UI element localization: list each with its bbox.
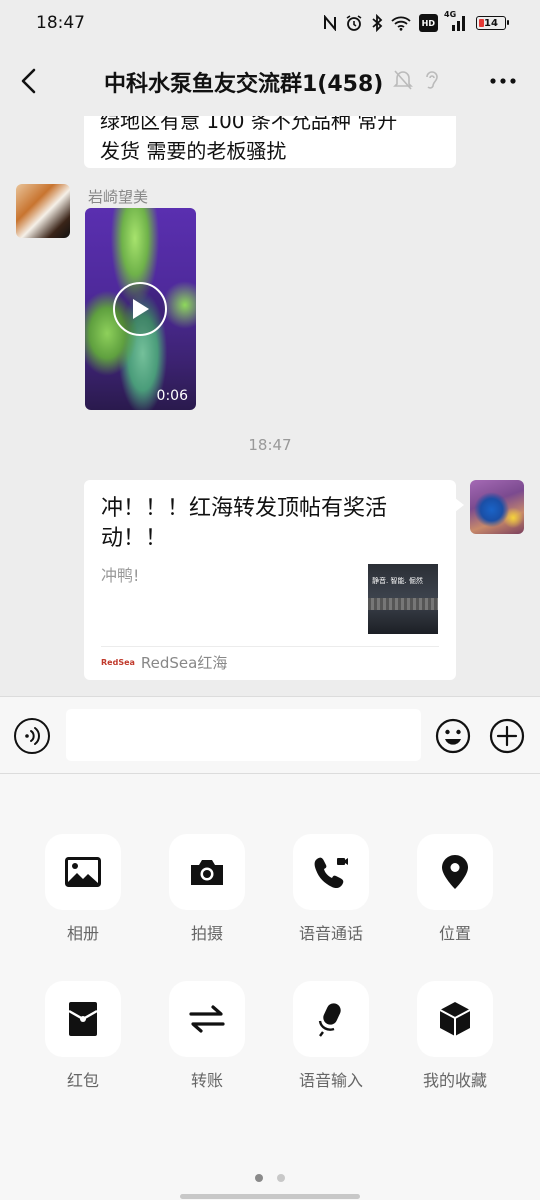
emoji-button[interactable] (435, 718, 471, 754)
bell-off-icon (393, 69, 414, 95)
voice-toggle-button[interactable] (14, 718, 50, 754)
redsea-logo-icon: RedSea (101, 658, 135, 667)
tile-icon-box (293, 834, 369, 910)
nav-bar: 中科水泵鱼友交流群1(458) (0, 46, 540, 116)
self-avatar[interactable] (470, 480, 524, 534)
tile-label: 位置 (438, 924, 471, 943)
extras-panel: 相册 拍摄 语音通话 位置 红包 转账 语音输入 我的收藏 (0, 774, 540, 1200)
tile-favorites[interactable]: 我的收藏 (395, 981, 515, 1101)
signal-4g-icon: 4G (444, 10, 468, 32)
bluetooth-icon (371, 14, 383, 32)
thumbnail-product (368, 598, 438, 610)
voice-video-call-icon (314, 857, 348, 889)
tile-album[interactable]: 相册 (23, 834, 143, 954)
alarm-icon (345, 14, 363, 32)
tile-location[interactable]: 位置 (395, 834, 515, 954)
tile-red-packet[interactable]: 红包 (23, 981, 143, 1101)
avatar[interactable] (16, 184, 70, 238)
page-dot[interactable] (277, 1174, 285, 1182)
photo-album-icon (65, 857, 101, 887)
page-dot-active[interactable] (255, 1174, 263, 1182)
transfer-icon (189, 1005, 225, 1033)
message-input[interactable] (66, 709, 421, 761)
tile-label: 红包 (66, 1071, 99, 1090)
nfc-icon (323, 14, 337, 32)
video-duration: 0:06 (156, 388, 188, 404)
link-thumbnail: 静音. 智能. 倔然 (368, 564, 438, 634)
message-text-line: 发货 需要的老板骚扰 (100, 139, 287, 163)
input-bar (0, 696, 540, 774)
voice-wave-icon (25, 727, 40, 745)
message-text-line: 绿地区有意 100 条不允品种 常开 (100, 116, 398, 133)
chat-area[interactable]: 绿地区有意 100 条不允品种 常开 发货 需要的老板骚扰 岩崎望美 0:06 … (0, 116, 540, 696)
network-label: 4G (444, 10, 457, 19)
favorites-box-icon (439, 1002, 471, 1036)
link-source-name: RedSea红海 (140, 654, 228, 672)
tile-camera[interactable]: 拍摄 (147, 834, 267, 954)
more-dots-icon (490, 78, 516, 84)
tile-transfer[interactable]: 转账 (147, 981, 267, 1101)
hd-icon: HD (418, 14, 438, 32)
tile-label: 拍摄 (190, 924, 223, 943)
tile-icon-box (417, 834, 493, 910)
tile-voice-input[interactable]: 语音输入 (271, 981, 391, 1101)
link-description: 冲鸭! (101, 566, 140, 585)
tile-icon-box (417, 981, 493, 1057)
chevron-left-icon (21, 68, 36, 94)
ear-icon (423, 69, 441, 95)
red-packet-icon (68, 1002, 98, 1036)
more-button[interactable] (486, 68, 520, 94)
status-icons: HD 4G 14 (323, 10, 509, 32)
battery-icon: 14 (476, 16, 509, 30)
back-button[interactable] (14, 66, 44, 96)
message-timestamp: 18:47 (248, 436, 292, 454)
camera-icon (191, 860, 223, 885)
emoji-icon (435, 718, 471, 754)
text-message-bubble[interactable]: 绿地区有意 100 条不允品种 常开 发货 需要的老板骚扰 (84, 116, 456, 168)
play-icon (113, 282, 167, 336)
microphone-icon (318, 1003, 341, 1037)
wifi-icon (391, 14, 411, 32)
tile-label: 语音通话 (298, 924, 363, 943)
link-title: 冲！！！红海转发顶帖有奖活动！！ (101, 496, 388, 551)
link-source: RedSea RedSea红海 (101, 652, 227, 673)
page-indicator (0, 1174, 540, 1182)
tile-icon-box (169, 834, 245, 910)
location-pin-icon (442, 855, 468, 889)
plus-button[interactable] (489, 718, 525, 754)
tile-icon-box (293, 981, 369, 1057)
tile-label: 相册 (66, 924, 99, 943)
divider (101, 646, 439, 647)
thumbnail-caption: 静音. 智能. 倔然 (372, 577, 423, 585)
tile-voice-call[interactable]: 语音通话 (271, 834, 391, 954)
video-message[interactable]: 0:06 (85, 208, 196, 410)
link-card-message[interactable]: 冲！！！红海转发顶帖有奖活动！！ 冲鸭! 静音. 智能. 倔然 RedSea R… (84, 480, 464, 680)
plus-icon (489, 718, 525, 754)
nav-title-wrap: 中科水泵鱼友交流群1(458) (104, 66, 441, 98)
status-time: 18:47 (36, 13, 85, 33)
tile-label: 语音输入 (298, 1071, 363, 1090)
tile-icon-box (45, 834, 121, 910)
home-indicator[interactable] (180, 1194, 360, 1199)
sender-name: 岩崎望美 (88, 188, 149, 206)
tile-label: 我的收藏 (422, 1071, 487, 1090)
tile-icon-box (169, 981, 245, 1057)
tile-icon-box (45, 981, 121, 1057)
status-bar: 18:47 HD 4G 14 (0, 0, 540, 46)
battery-level: 14 (484, 17, 498, 29)
tile-label: 转账 (190, 1071, 223, 1090)
chat-title[interactable]: 中科水泵鱼友交流群1(458) (104, 66, 383, 98)
